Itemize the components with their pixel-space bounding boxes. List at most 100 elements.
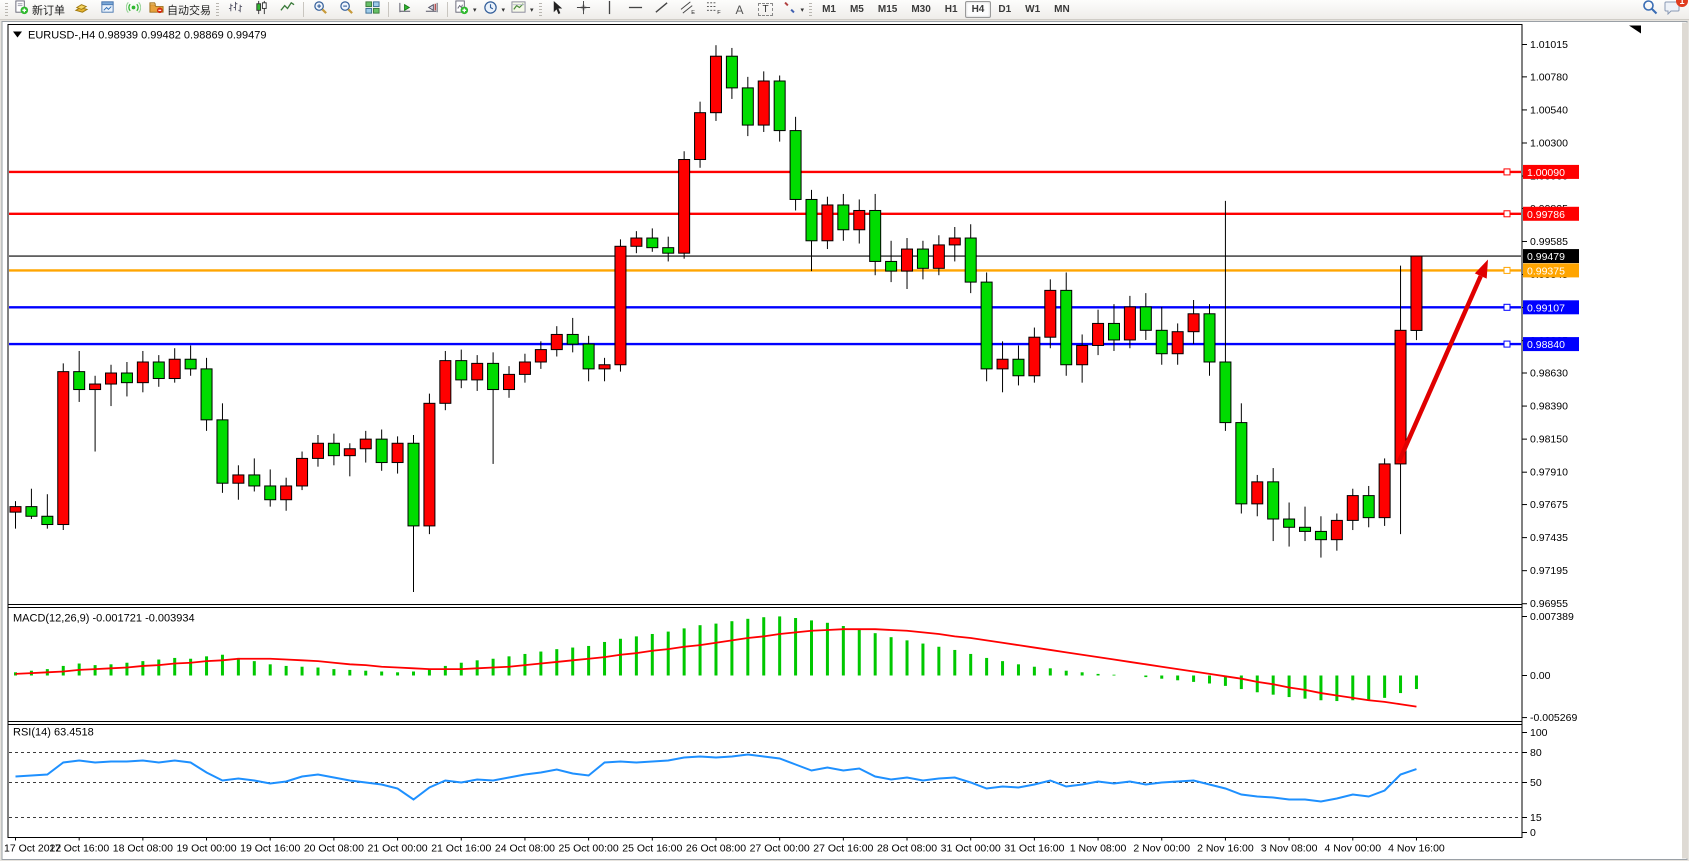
- chart-shift-button[interactable]: [392, 0, 418, 20]
- toolbar-separator: [303, 2, 304, 17]
- market-history-icon: [74, 0, 89, 20]
- zoom-in-button[interactable]: [307, 0, 333, 20]
- price-tick-label: 0.98390: [1530, 401, 1568, 413]
- candle-up: [615, 246, 626, 364]
- timeframe-button-m30[interactable]: M30: [904, 1, 937, 18]
- chevron-down-icon: ▾: [473, 6, 477, 14]
- time-axis-label: 21 Oct 00:00: [368, 843, 428, 855]
- chart-shift-icon: [398, 0, 413, 20]
- price-tick-label: 0.98150: [1530, 434, 1568, 446]
- hline-anchor[interactable]: [1504, 304, 1510, 310]
- tile-windows-button[interactable]: [359, 0, 385, 20]
- candle-up: [997, 359, 1008, 369]
- candle-down: [742, 88, 753, 125]
- timeframe-button-m15[interactable]: M15: [871, 1, 904, 18]
- rsi-label: RSI(14) 63.4518: [13, 727, 94, 739]
- fibonacci-tool-button[interactable]: F: [701, 0, 727, 20]
- rsi-axis-label: 15: [1530, 812, 1542, 824]
- autotrade-button[interactable]: 自动交易: [146, 0, 214, 20]
- price-tick-label: 0.98630: [1530, 368, 1568, 380]
- timeframe-button-w1[interactable]: W1: [1018, 1, 1047, 18]
- tile-windows-icon: [365, 0, 380, 20]
- chat-button[interactable]: 1: [1664, 0, 1681, 20]
- trendline-tool-button[interactable]: [649, 0, 675, 20]
- crosshair-tool-button[interactable]: [571, 0, 597, 20]
- chart-autoscroll-button[interactable]: [418, 0, 444, 20]
- zoom-out-button[interactable]: [333, 0, 359, 20]
- macd-label: MACD(12,26,9) -0.001721 -0.003934: [13, 613, 195, 625]
- market-history-button[interactable]: [68, 0, 94, 20]
- search-icon[interactable]: [1642, 0, 1658, 20]
- candlestick-mode-button[interactable]: [248, 0, 274, 20]
- new-order-button[interactable]: 新订单: [11, 0, 68, 20]
- line-chart-mode-button[interactable]: [274, 0, 300, 20]
- candle-up: [233, 475, 244, 483]
- timeframe-button-m1[interactable]: M1: [815, 1, 843, 18]
- price-line-label: 0.98840: [1527, 339, 1565, 351]
- candle-up: [1172, 332, 1183, 354]
- label-tool-button[interactable]: T: [753, 0, 779, 20]
- crosshair-icon: [576, 0, 591, 20]
- time-axis-label: 31 Oct 00:00: [941, 843, 1001, 855]
- candlestick-icon: [254, 0, 269, 20]
- cursor-tool-button[interactable]: [545, 0, 571, 20]
- bar-chart-mode-button[interactable]: [222, 0, 248, 20]
- candle-down: [774, 81, 785, 131]
- svg-text:E: E: [691, 10, 695, 15]
- text-icon: A: [736, 3, 744, 17]
- timeframe-button-mn[interactable]: MN: [1047, 1, 1077, 18]
- channel-tool-button[interactable]: E: [675, 0, 701, 20]
- price-tick-label: 1.00300: [1530, 137, 1568, 149]
- macd-axis-label: 0.00: [1530, 670, 1551, 682]
- time-axis-label: 27 Oct 16:00: [813, 843, 873, 855]
- timeframe-button-h1[interactable]: H1: [938, 1, 965, 18]
- price-tick-label: 0.97195: [1530, 565, 1568, 577]
- candle-down: [121, 373, 132, 383]
- timeframe-button-d1[interactable]: D1: [991, 1, 1018, 18]
- candle-down: [185, 359, 196, 369]
- candle-up: [1331, 520, 1342, 539]
- candle-down: [1156, 330, 1167, 353]
- time-axis-label: 2 Nov 00:00: [1133, 843, 1190, 855]
- macd-axis-label: 0.007389: [1530, 611, 1574, 623]
- candle-down: [838, 205, 849, 230]
- arrow-objects-button[interactable]: ▾: [779, 0, 808, 20]
- vline-tool-button[interactable]: [597, 0, 623, 20]
- signals-button[interactable]: [120, 0, 146, 20]
- template-button[interactable]: ▾: [508, 0, 537, 20]
- period-button[interactable]: ▾: [480, 0, 509, 20]
- text-tool-button[interactable]: A: [727, 0, 753, 20]
- arrow-objects-icon: [782, 0, 797, 20]
- candle-up: [758, 81, 769, 125]
- price-tick-label: 0.97435: [1530, 532, 1568, 544]
- candle-up: [58, 372, 69, 525]
- candle-down: [408, 443, 419, 526]
- candle-down: [870, 210, 881, 261]
- line-chart-icon: [280, 0, 295, 20]
- candle-up: [1093, 323, 1104, 345]
- chart-window-button[interactable]: [94, 0, 120, 20]
- candle-up: [297, 458, 308, 486]
- hline-anchor[interactable]: [1504, 211, 1510, 217]
- hline-anchor[interactable]: [1504, 341, 1510, 347]
- window-edge: [1682, 23, 1688, 859]
- timeframe-button-m5[interactable]: M5: [843, 1, 871, 18]
- chart-canvas[interactable]: 1.010151.007801.005401.003001.000600.998…: [0, 21, 1689, 861]
- candle-down: [26, 507, 37, 517]
- hline-tool-button[interactable]: [623, 0, 649, 20]
- hline-anchor[interactable]: [1504, 267, 1510, 273]
- hline-anchor[interactable]: [1504, 169, 1510, 175]
- new-chart-button[interactable]: ▾: [451, 0, 480, 20]
- candle-up: [1379, 464, 1390, 518]
- time-axis-label: 27 Oct 00:00: [750, 843, 810, 855]
- price-tick-label: 0.96955: [1530, 598, 1568, 610]
- timeframe-button-h4[interactable]: H4: [965, 1, 992, 18]
- candle-up: [424, 403, 435, 526]
- candle-up: [933, 245, 944, 268]
- chart-title: EURUSD-,H4 0.98939 0.99482 0.98869 0.994…: [28, 30, 267, 42]
- candle-down: [1220, 362, 1231, 423]
- candle-up: [360, 439, 371, 449]
- chevron-down-icon: ▾: [801, 6, 805, 14]
- time-axis-label: 17 Oct 16:00: [49, 843, 109, 855]
- timeframe-group: M1M5M15M30H1H4D1W1MN: [815, 1, 1077, 18]
